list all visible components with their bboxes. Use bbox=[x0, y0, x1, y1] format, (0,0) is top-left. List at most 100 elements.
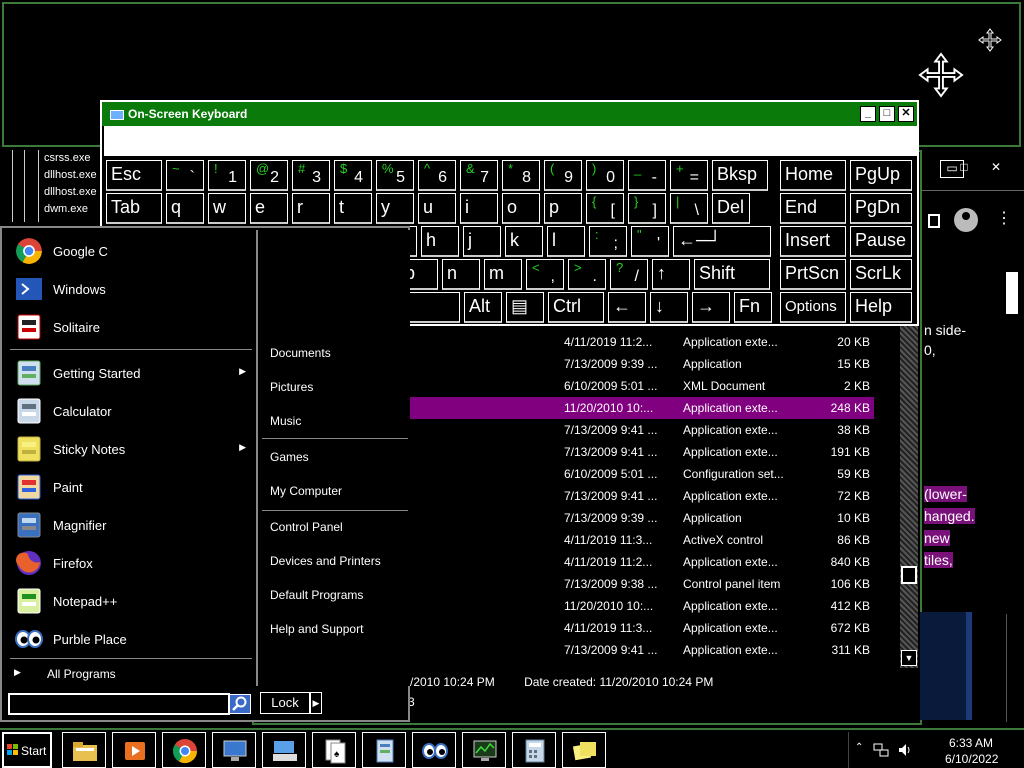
start-menu-place-link[interactable]: Help and Support bbox=[270, 622, 363, 636]
taskbar-remote-desktop-button[interactable] bbox=[212, 732, 256, 768]
file-row[interactable]: 4/11/2019 11:3... ActiveX control 86 KB bbox=[410, 529, 874, 551]
key-Del[interactable]: Del bbox=[712, 193, 750, 224]
taskbar-calculator-button[interactable] bbox=[512, 732, 556, 768]
process-name[interactable]: csrss.exe bbox=[44, 152, 90, 164]
taskbar-chrome-button[interactable] bbox=[162, 732, 206, 768]
key-9[interactable]: (9 bbox=[544, 160, 582, 191]
key-o[interactable]: o bbox=[502, 193, 540, 224]
vertical-scrollbar[interactable] bbox=[900, 326, 918, 668]
taskbar-getting-started-button[interactable] bbox=[362, 732, 406, 768]
start-menu-item[interactable]: Magnifier bbox=[10, 506, 254, 544]
key-Insert[interactable]: Insert bbox=[780, 226, 846, 257]
key-sym2-10[interactable]: :; bbox=[589, 226, 627, 257]
key-sym2-12[interactable]: ←─┘ bbox=[673, 226, 771, 257]
start-menu-item[interactable]: Calculator bbox=[10, 392, 254, 430]
show-hidden-icons-icon[interactable]: ⌃ bbox=[855, 742, 863, 753]
start-menu-item[interactable]: Solitaire bbox=[10, 308, 254, 346]
key-sym3-11[interactable]: ↑ bbox=[652, 259, 690, 290]
key-PrtScn[interactable]: PrtScn bbox=[780, 259, 846, 290]
osk-titlebar[interactable]: On-Screen Keyboard _ □ ✕ bbox=[102, 102, 917, 126]
key-3[interactable]: #3 bbox=[292, 160, 330, 191]
maximize-button[interactable]: □ bbox=[879, 106, 895, 122]
search-icon[interactable] bbox=[229, 694, 251, 714]
key-1[interactable]: ! 1 bbox=[208, 160, 246, 191]
key-sym4-7[interactable]: ← bbox=[608, 292, 646, 323]
key-Fn[interactable]: Fn bbox=[734, 292, 772, 323]
file-row[interactable]: 6/10/2009 5:01 ... Configuration set... 59… bbox=[410, 463, 874, 485]
taskbar-purble-place-button[interactable] bbox=[412, 732, 456, 768]
file-row[interactable]: 11/20/2010 10:... Application exte... 412 … bbox=[410, 595, 874, 617]
key-2[interactable]: @2 bbox=[250, 160, 288, 191]
key-7[interactable]: & 7 bbox=[460, 160, 498, 191]
tab-icon[interactable] bbox=[928, 214, 940, 228]
file-row[interactable]: 7/13/2009 9:38 ... Control panel item 106 … bbox=[410, 573, 874, 595]
start-button[interactable]: Start bbox=[2, 732, 52, 768]
profile-avatar-icon[interactable] bbox=[954, 208, 978, 232]
file-row[interactable]: 4/11/2019 11:2... Application exte... 20 K… bbox=[410, 331, 874, 353]
key-sym1-12[interactable]: }] bbox=[628, 193, 666, 224]
start-menu-item[interactable]: Purble Place bbox=[10, 620, 254, 658]
key-y[interactable]: y bbox=[376, 193, 414, 224]
file-row[interactable]: 7/13/2009 9:41 ... Application exte... 72 … bbox=[410, 485, 874, 507]
key-sym1-13[interactable]: | \ bbox=[670, 193, 708, 224]
key-6[interactable]: ^ 6 bbox=[418, 160, 456, 191]
key-sym0-13[interactable]: + = bbox=[670, 160, 708, 191]
key-0[interactable]: ) 0 bbox=[586, 160, 624, 191]
taskbar-osk-button[interactable] bbox=[262, 732, 306, 768]
file-row[interactable]: 7/13/2009 9:39 ... Application 15 KB bbox=[410, 353, 874, 375]
key-q[interactable]: q bbox=[166, 193, 204, 224]
key-sym3-9[interactable]: >. bbox=[568, 259, 606, 290]
key-ScrLk[interactable]: ScrLk bbox=[850, 259, 912, 290]
start-menu-item[interactable]: Paint bbox=[10, 468, 254, 506]
start-menu-place-link[interactable]: Pictures bbox=[270, 380, 313, 394]
all-programs-button[interactable]: ▶ All Programs bbox=[4, 660, 256, 688]
process-name[interactable]: dwm.exe bbox=[44, 203, 88, 215]
chevron-right-icon[interactable]: ▶ bbox=[310, 692, 322, 714]
key-End[interactable]: End bbox=[780, 193, 846, 224]
scrollbar-thumb[interactable] bbox=[901, 566, 917, 584]
start-menu-place-link[interactable]: Games bbox=[270, 450, 309, 464]
key-sym3-10[interactable]: ? / bbox=[610, 259, 648, 290]
key-PgUp[interactable]: PgUp bbox=[850, 160, 912, 191]
taskbar-explorer-button[interactable] bbox=[62, 732, 106, 768]
key-r[interactable]: r bbox=[292, 193, 330, 224]
file-row[interactable]: 7/13/2009 9:41 ... Application exte... 38 … bbox=[410, 419, 874, 441]
key-h[interactable]: h bbox=[421, 226, 459, 257]
key-Help[interactable]: Help bbox=[850, 292, 912, 323]
key-sym1-11[interactable]: {[ bbox=[586, 193, 624, 224]
taskbar-task-manager-button[interactable] bbox=[462, 732, 506, 768]
key-Tab[interactable]: Tab bbox=[106, 193, 162, 224]
key-5[interactable]: % 5 bbox=[376, 160, 414, 191]
file-row[interactable]: 4/11/2019 11:2... Application exte... 840 … bbox=[410, 551, 874, 573]
file-row[interactable]: 7/13/2009 9:41 ... Application exte... 191… bbox=[410, 441, 874, 463]
process-name[interactable]: dllhost.exe bbox=[44, 169, 97, 181]
start-menu-place-link[interactable]: Music bbox=[270, 414, 301, 428]
key-e[interactable]: e bbox=[250, 193, 288, 224]
browser-menu-icon[interactable]: ⋮ bbox=[996, 208, 1012, 228]
file-row[interactable]: 7/13/2009 9:41 ... Application exte... 311… bbox=[410, 639, 874, 661]
file-row[interactable]: 4/11/2019 11:3... Application exte... 672 … bbox=[410, 617, 874, 639]
key-l[interactable]: l bbox=[547, 226, 585, 257]
key-sym4-9[interactable]: → bbox=[692, 292, 730, 323]
key-w[interactable]: w bbox=[208, 193, 246, 224]
start-menu-item[interactable]: Notepad++ bbox=[10, 582, 254, 620]
start-menu-place-link[interactable]: Control Panel bbox=[270, 520, 343, 534]
clock-time[interactable]: 6:33 AM bbox=[949, 736, 993, 750]
taskbar-solitaire-button[interactable]: ♠ bbox=[312, 732, 356, 768]
key-Ctrl[interactable]: Ctrl bbox=[548, 292, 604, 323]
key-sym3-8[interactable]: <, bbox=[526, 259, 564, 290]
start-menu-place-link[interactable]: My Computer bbox=[270, 484, 342, 498]
key-sym0-1[interactable]: ~ ` bbox=[166, 160, 204, 191]
start-menu-item[interactable]: Windows bbox=[10, 270, 254, 308]
scroll-down-arrow-icon[interactable]: ▼ bbox=[901, 650, 917, 666]
key-Home[interactable]: Home bbox=[780, 160, 846, 191]
key-n[interactable]: n bbox=[442, 259, 480, 290]
close-button[interactable]: ✕ bbox=[984, 160, 1008, 178]
key-sym2-11[interactable]: " ' bbox=[631, 226, 669, 257]
key-u[interactable]: u bbox=[418, 193, 456, 224]
key-p[interactable]: p bbox=[544, 193, 582, 224]
process-name[interactable]: dllhost.exe bbox=[44, 186, 97, 198]
key-sym4-8[interactable]: ↓ bbox=[650, 292, 688, 323]
start-menu-item[interactable]: Google C bbox=[10, 232, 254, 270]
key-PgDn[interactable]: PgDn bbox=[850, 193, 912, 224]
